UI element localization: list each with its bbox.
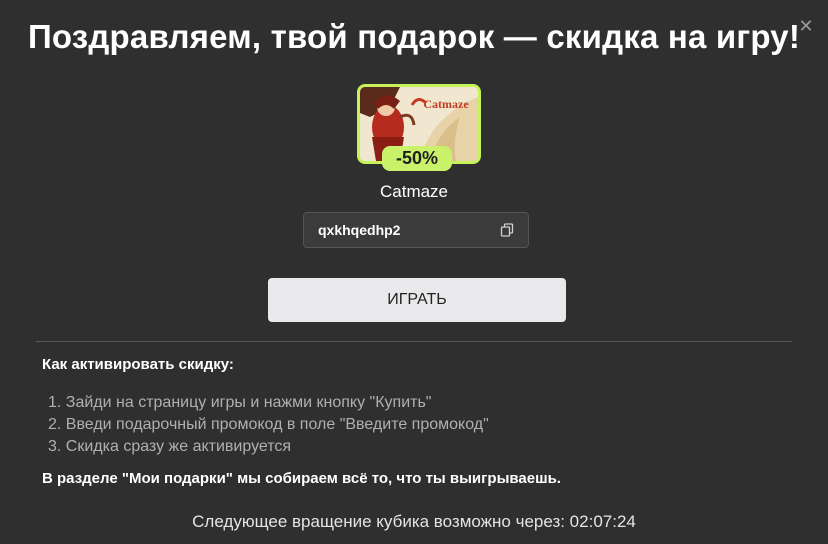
howto-heading: Как активировать скидку: — [42, 356, 234, 373]
promo-code-value[interactable]: qxkhqedhp2 — [318, 222, 500, 238]
discount-badge: -50% — [382, 146, 452, 171]
dialog-title: Поздравляем, твой подарок — скидка на иг… — [27, 18, 801, 55]
play-button[interactable]: ИГРАТЬ — [268, 278, 566, 322]
next-spin-timer: Следующее вращение кубика возможно через… — [192, 512, 636, 531]
promo-code-field[interactable]: qxkhqedhp2 — [303, 212, 529, 248]
instruction-step: 2. Введи подарочный промокод в поле "Вве… — [48, 416, 489, 433]
instruction-step: 1. Зайди на страницу игры и нажми кнопку… — [48, 394, 432, 411]
divider — [36, 341, 792, 342]
instruction-steps: 1. Зайди на страницу игры и нажми кнопку… — [48, 392, 489, 458]
instruction-step: 3. Скидка сразу же активируется — [48, 438, 292, 455]
gifts-note: В разделе "Мои подарки" мы собираем всё … — [42, 470, 561, 487]
copy-icon[interactable] — [500, 223, 514, 237]
game-name: Catmaze — [379, 182, 449, 201]
game-thumbnail-logo: Catmaze — [423, 97, 469, 111]
